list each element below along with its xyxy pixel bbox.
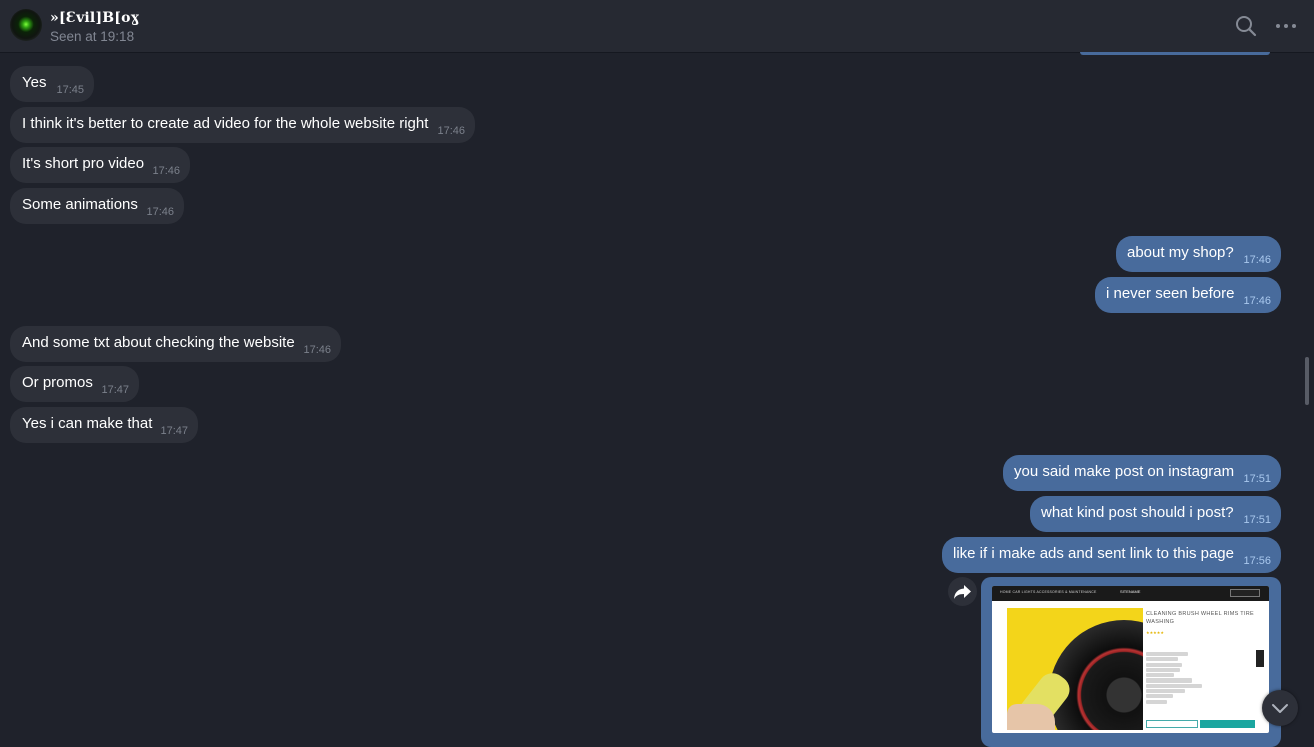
message-text: i never seen before (1106, 285, 1235, 302)
message-text: you said make post on instagram (1014, 463, 1235, 480)
product-photo (1007, 608, 1143, 730)
screenshot-buy-now (1200, 720, 1255, 728)
message-bubble[interactable]: It's short pro video 17:46 (10, 147, 190, 183)
contact-name[interactable]: »[Ɛvil]B[oɣ (50, 10, 139, 26)
message-bubble[interactable]: Or promos 17:47 (10, 366, 139, 402)
message-bubble[interactable]: i never seen before 17:46 (1095, 277, 1281, 313)
previous-message-edge (1080, 52, 1270, 55)
message-bubble[interactable]: Yes 17:45 (10, 66, 94, 102)
message-time: 17:46 (146, 206, 174, 218)
message-text: I think it's better to create ad video f… (22, 115, 429, 132)
message-time: 17:46 (152, 165, 180, 177)
share-icon (954, 585, 971, 599)
product-specs (1146, 652, 1216, 705)
screenshot-side-widget (1256, 650, 1264, 667)
message-bubble[interactable]: And some txt about checking the website … (10, 326, 341, 362)
message-bubble[interactable]: what kind post should i post? 17:51 (1030, 496, 1281, 532)
message-bubble[interactable]: Some animations 17:46 (10, 188, 184, 224)
message-text: And some txt about checking the website (22, 334, 295, 351)
message-time: 17:56 (1243, 555, 1271, 567)
message-text: Or promos (22, 374, 93, 391)
product-title: CLEANING BRUSH WHEEL RIMS TIRE WASHING (1146, 611, 1255, 625)
message-text: what kind post should i post? (1041, 504, 1234, 521)
message-time: 17:46 (303, 344, 331, 356)
message-time: 17:46 (1243, 295, 1271, 307)
message-bubble[interactable]: I think it's better to create ad video f… (10, 107, 475, 143)
message-time: 17:47 (101, 384, 129, 396)
search-icon[interactable] (1234, 14, 1258, 38)
website-screenshot-image[interactable]: HOME CAR LIGHTS ACCESSORIES & MAINTENANC… (992, 586, 1269, 733)
message-text: It's short pro video (22, 155, 145, 172)
screenshot-add-to-cart (1146, 720, 1198, 728)
avatar[interactable] (10, 9, 42, 41)
share-button[interactable] (948, 577, 977, 606)
last-seen-status: Seen at 19:18 (50, 29, 135, 44)
more-options-icon[interactable] (1274, 14, 1298, 38)
message-text: like if i make ads and sent link to this… (953, 545, 1234, 562)
message-bubble[interactable]: like if i make ads and sent link to this… (942, 537, 1281, 573)
message-bubble[interactable]: about my shop? 17:46 (1116, 236, 1281, 272)
chevron-down-icon (1272, 704, 1288, 713)
wheel-graphic (1049, 620, 1143, 730)
screenshot-navbar: HOME CAR LIGHTS ACCESSORIES & MAINTENANC… (992, 586, 1269, 601)
message-text: Yes (22, 74, 47, 91)
message-bubble[interactable]: Yes i can make that 17:47 (10, 407, 198, 443)
hand-graphic (1007, 704, 1055, 730)
chat-scrollbar[interactable] (1305, 357, 1309, 405)
screenshot-logo: SITENAME (1120, 589, 1141, 594)
product-rating: ★★★★★ (1146, 630, 1164, 635)
chat-header: »[Ɛvil]B[oɣ Seen at 19:18 (0, 0, 1314, 53)
message-text: Yes i can make that (22, 415, 153, 432)
message-time: 17:47 (160, 425, 188, 437)
message-bubble[interactable]: you said make post on instagram 17:51 (1003, 455, 1281, 491)
message-time: 17:46 (1243, 254, 1271, 266)
message-time: 17:51 (1243, 514, 1271, 526)
message-time: 17:51 (1243, 473, 1271, 485)
screenshot-nav-text: HOME CAR LIGHTS ACCESSORIES & MAINTENANC… (1000, 590, 1097, 594)
screenshot-search-box (1230, 589, 1260, 597)
message-time: 17:45 (56, 84, 84, 96)
message-text: about my shop? (1127, 244, 1234, 261)
image-message[interactable]: HOME CAR LIGHTS ACCESSORIES & MAINTENANC… (981, 577, 1281, 747)
message-text: Some animations (22, 196, 138, 213)
message-time: 17:46 (437, 125, 465, 137)
scroll-to-bottom-button[interactable] (1262, 690, 1298, 726)
